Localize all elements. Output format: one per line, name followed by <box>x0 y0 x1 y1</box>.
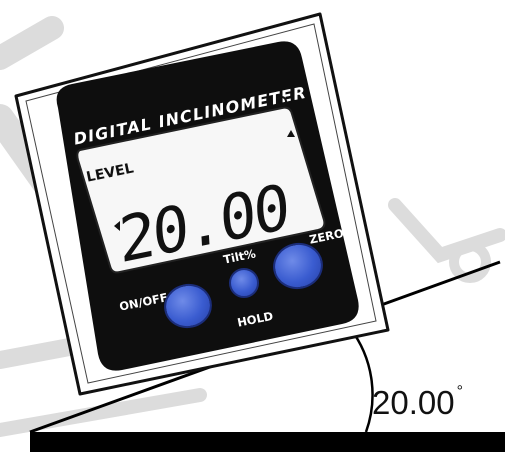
lcd-degree-icon <box>276 96 287 107</box>
tilt-hold-button[interactable] <box>229 268 259 298</box>
angle-annotation: 20.00 ° <box>372 383 463 422</box>
angle-value: 20.00 <box>372 384 455 421</box>
angle-unit: ° <box>456 383 463 400</box>
